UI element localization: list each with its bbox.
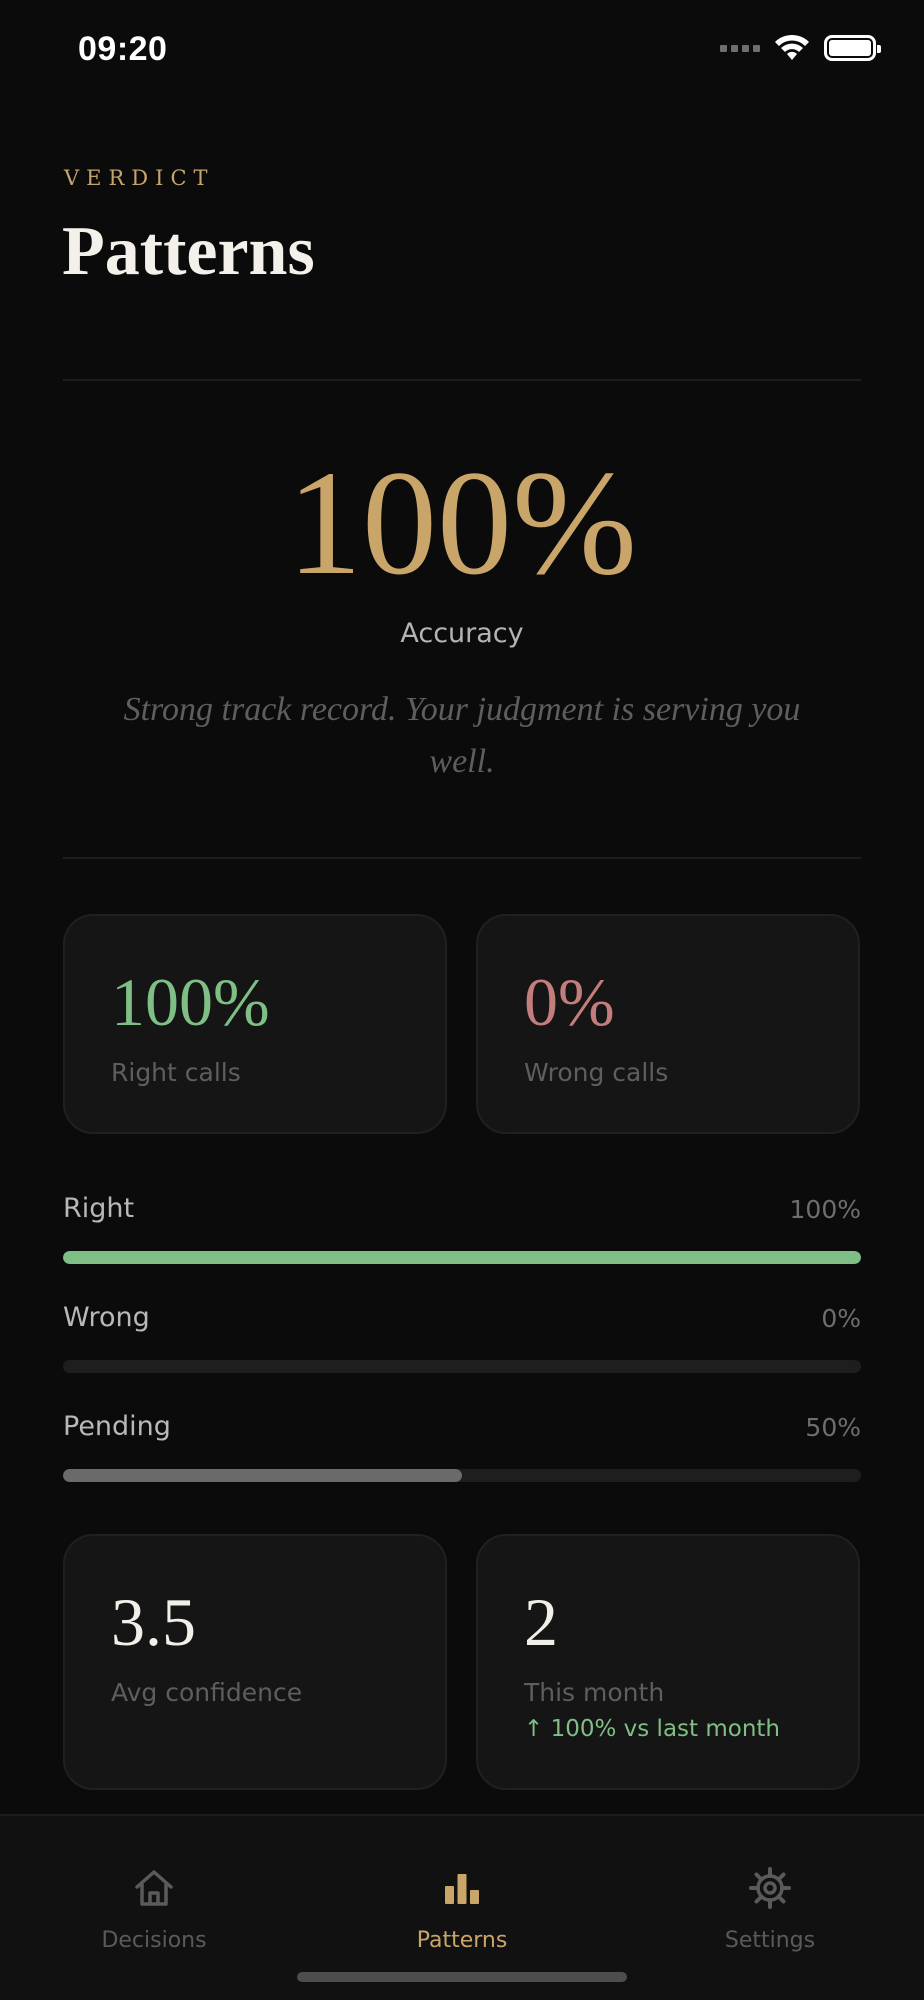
right-calls-value: 100% xyxy=(111,964,270,1040)
bar-chart-icon xyxy=(445,1874,479,1904)
home-icon xyxy=(135,1870,173,1906)
bar-value: 0% xyxy=(821,1304,861,1333)
wifi-icon xyxy=(775,34,809,60)
bar-value: 50% xyxy=(805,1413,861,1442)
tab-decisions[interactable]: Decisions xyxy=(54,1866,254,1953)
avg-confidence-value: 3.5 xyxy=(111,1584,196,1660)
page-title: Patterns xyxy=(62,213,315,290)
this-month-label: This month xyxy=(524,1678,665,1707)
divider xyxy=(63,379,861,381)
battery-icon xyxy=(824,35,881,61)
accuracy-message: Strong track record. Your judgment is se… xyxy=(123,691,801,780)
right-breakdown-row: Right 100% xyxy=(63,1193,861,1273)
avg-confidence-card: 3.5 Avg confidence xyxy=(63,1534,447,1790)
status-icons xyxy=(720,34,881,62)
avg-confidence-label: Avg confidence xyxy=(111,1678,303,1707)
progress-track xyxy=(63,1360,861,1373)
accuracy-value: 100% xyxy=(287,440,637,606)
month-trend: ↑ 100% vs last month xyxy=(524,1716,780,1742)
progress-track xyxy=(63,1251,861,1264)
progress-fill xyxy=(63,1251,861,1264)
home-indicator xyxy=(297,1972,627,1982)
tab-label: Settings xyxy=(724,1928,816,1953)
bar-value: 100% xyxy=(789,1195,861,1224)
status-time: 09:20 xyxy=(78,30,168,68)
right-calls-card: 100% Right calls xyxy=(63,914,447,1134)
tab-patterns[interactable]: Patterns xyxy=(362,1866,562,1953)
bar-label: Pending xyxy=(63,1411,171,1442)
bar-label: Wrong xyxy=(63,1302,150,1333)
this-month-card: 2 This month ↑ 100% vs last month xyxy=(476,1534,860,1790)
progress-track xyxy=(63,1469,861,1482)
wrong-calls-value: 0% xyxy=(524,964,615,1040)
app-eyebrow: VERDICT xyxy=(64,166,215,190)
wrong-breakdown-row: Wrong 0% xyxy=(63,1302,861,1382)
accuracy-label: Accuracy xyxy=(400,618,524,649)
progress-fill xyxy=(63,1469,462,1482)
right-calls-label: Right calls xyxy=(111,1058,241,1087)
cellular-signal-icon xyxy=(720,44,760,52)
gear-icon xyxy=(749,1867,791,1909)
bar-label: Right xyxy=(63,1193,135,1224)
status-bar: 09:20 xyxy=(0,0,924,100)
pending-breakdown-row: Pending 50% xyxy=(63,1411,861,1491)
tab-label: Patterns xyxy=(416,1928,508,1953)
this-month-value: 2 xyxy=(524,1584,558,1660)
wrong-calls-label: Wrong calls xyxy=(524,1058,669,1087)
tab-label: Decisions xyxy=(101,1928,207,1953)
tab-settings[interactable]: Settings xyxy=(670,1866,870,1953)
wrong-calls-card: 0% Wrong calls xyxy=(476,914,860,1134)
divider xyxy=(63,857,861,859)
